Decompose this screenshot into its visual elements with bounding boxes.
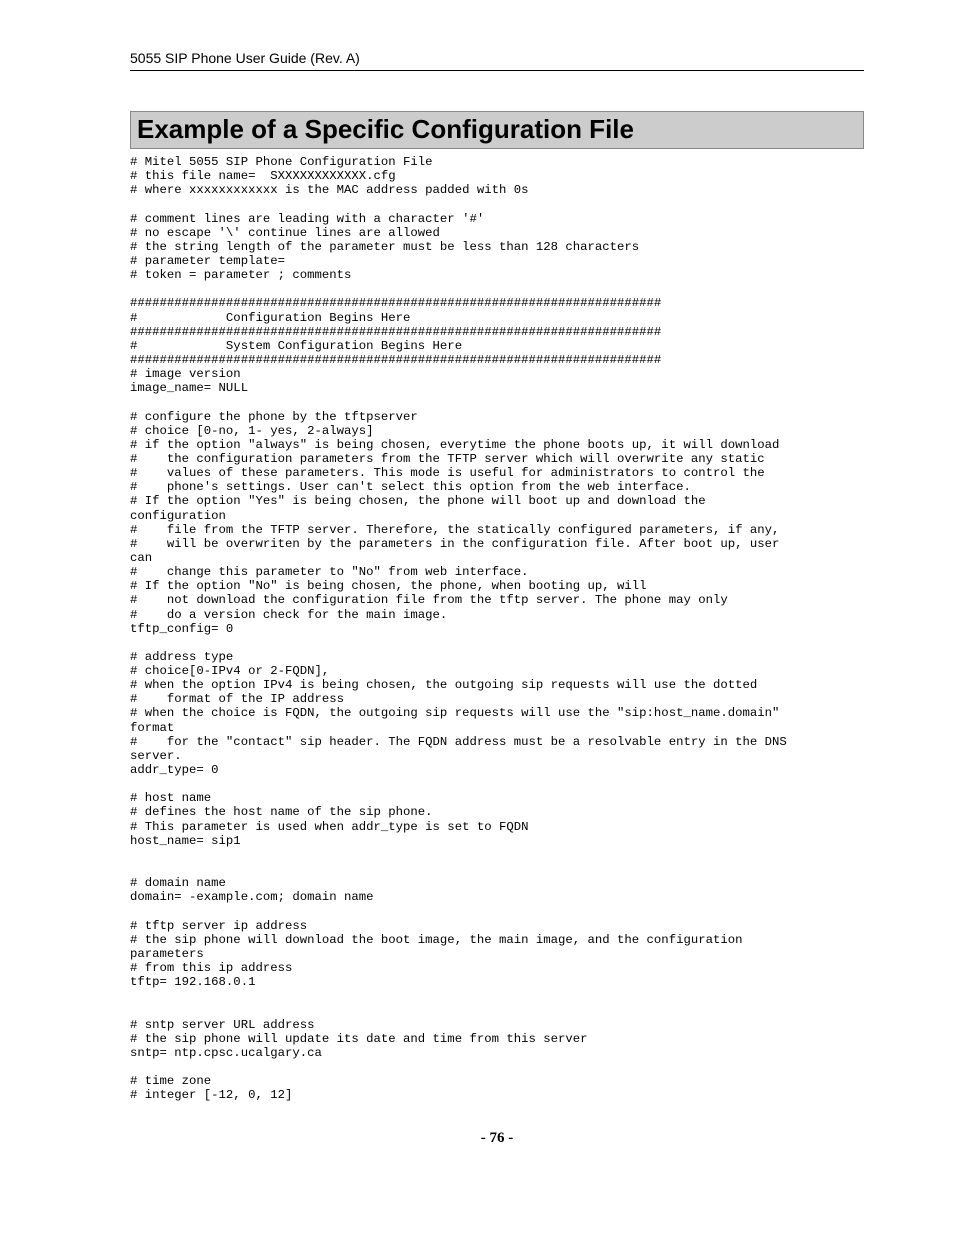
page-header: 5055 SIP Phone User Guide (Rev. A) [130,50,864,71]
configuration-code-block: # Mitel 5055 SIP Phone Configuration Fil… [130,155,864,1102]
document-page: 5055 SIP Phone User Guide (Rev. A) Examp… [0,0,954,1187]
page-number: - 76 - [130,1130,864,1147]
section-heading: Example of a Specific Configuration File [130,111,864,149]
